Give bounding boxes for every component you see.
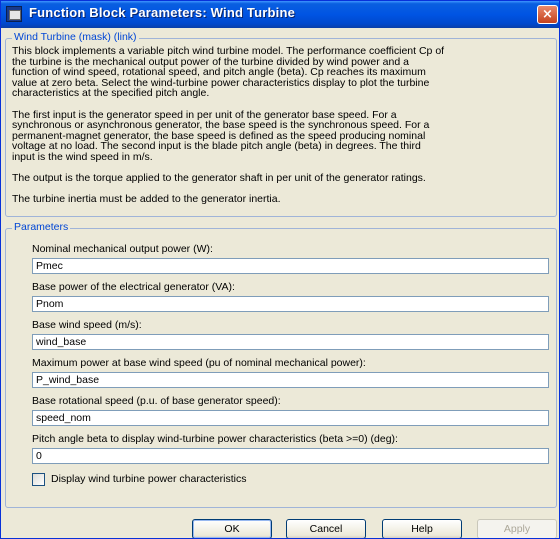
ok-button[interactable]: OK	[192, 519, 272, 538]
nominal-power-label: Nominal mechanical output power (W):	[32, 243, 213, 255]
title-bar[interactable]: Function Block Parameters: Wind Turbine …	[1, 1, 559, 28]
display-characteristics-label[interactable]: Display wind turbine power characteristi…	[51, 473, 247, 485]
base-rotational-speed-label: Base rotational speed (p.u. of base gene…	[32, 395, 281, 407]
base-wind-speed-input[interactable]: wind_base	[32, 334, 549, 350]
window-title: Function Block Parameters: Wind Turbine	[29, 5, 296, 20]
close-button[interactable]: ×	[537, 5, 558, 24]
description-line: characteristics at the specified pitch a…	[12, 87, 210, 100]
base-rotational-speed-input[interactable]: speed_nom	[32, 410, 549, 426]
help-button[interactable]: Help	[382, 519, 462, 538]
description-line: This block implements a variable pitch w…	[12, 45, 445, 57]
description-line: The turbine inertia must be added to the…	[12, 193, 281, 206]
dialog-window: Function Block Parameters: Wind Turbine …	[0, 0, 560, 539]
apply-button: Apply	[477, 519, 557, 538]
simulink-block-icon	[6, 6, 22, 22]
max-power-label: Maximum power at base wind speed (pu of …	[32, 357, 366, 369]
max-power-input[interactable]: P_wind_base	[32, 372, 549, 388]
description-line: The output is the torque applied to the …	[12, 172, 426, 185]
pitch-angle-input[interactable]: 0	[32, 448, 549, 464]
display-characteristics-checkbox[interactable]	[32, 473, 45, 486]
parameters-group-title: Parameters	[12, 221, 71, 233]
base-power-label: Base power of the electrical generator (…	[32, 281, 235, 293]
mask-description: This block implements a variable pitch w…	[12, 46, 552, 205]
close-icon: ×	[542, 7, 553, 22]
base-wind-speed-label: Base wind speed (m/s):	[32, 319, 142, 331]
base-power-input[interactable]: Pnom	[32, 296, 549, 312]
description-line	[12, 99, 552, 110]
cancel-button[interactable]: Cancel	[286, 519, 366, 538]
mask-group-title: Wind Turbine (mask) (link)	[12, 31, 139, 43]
description-line: input is the wind speed in m/s.	[12, 150, 153, 163]
pitch-angle-label: Pitch angle beta to display wind-turbine…	[32, 433, 398, 445]
nominal-power-input[interactable]: Pmec	[32, 258, 549, 274]
